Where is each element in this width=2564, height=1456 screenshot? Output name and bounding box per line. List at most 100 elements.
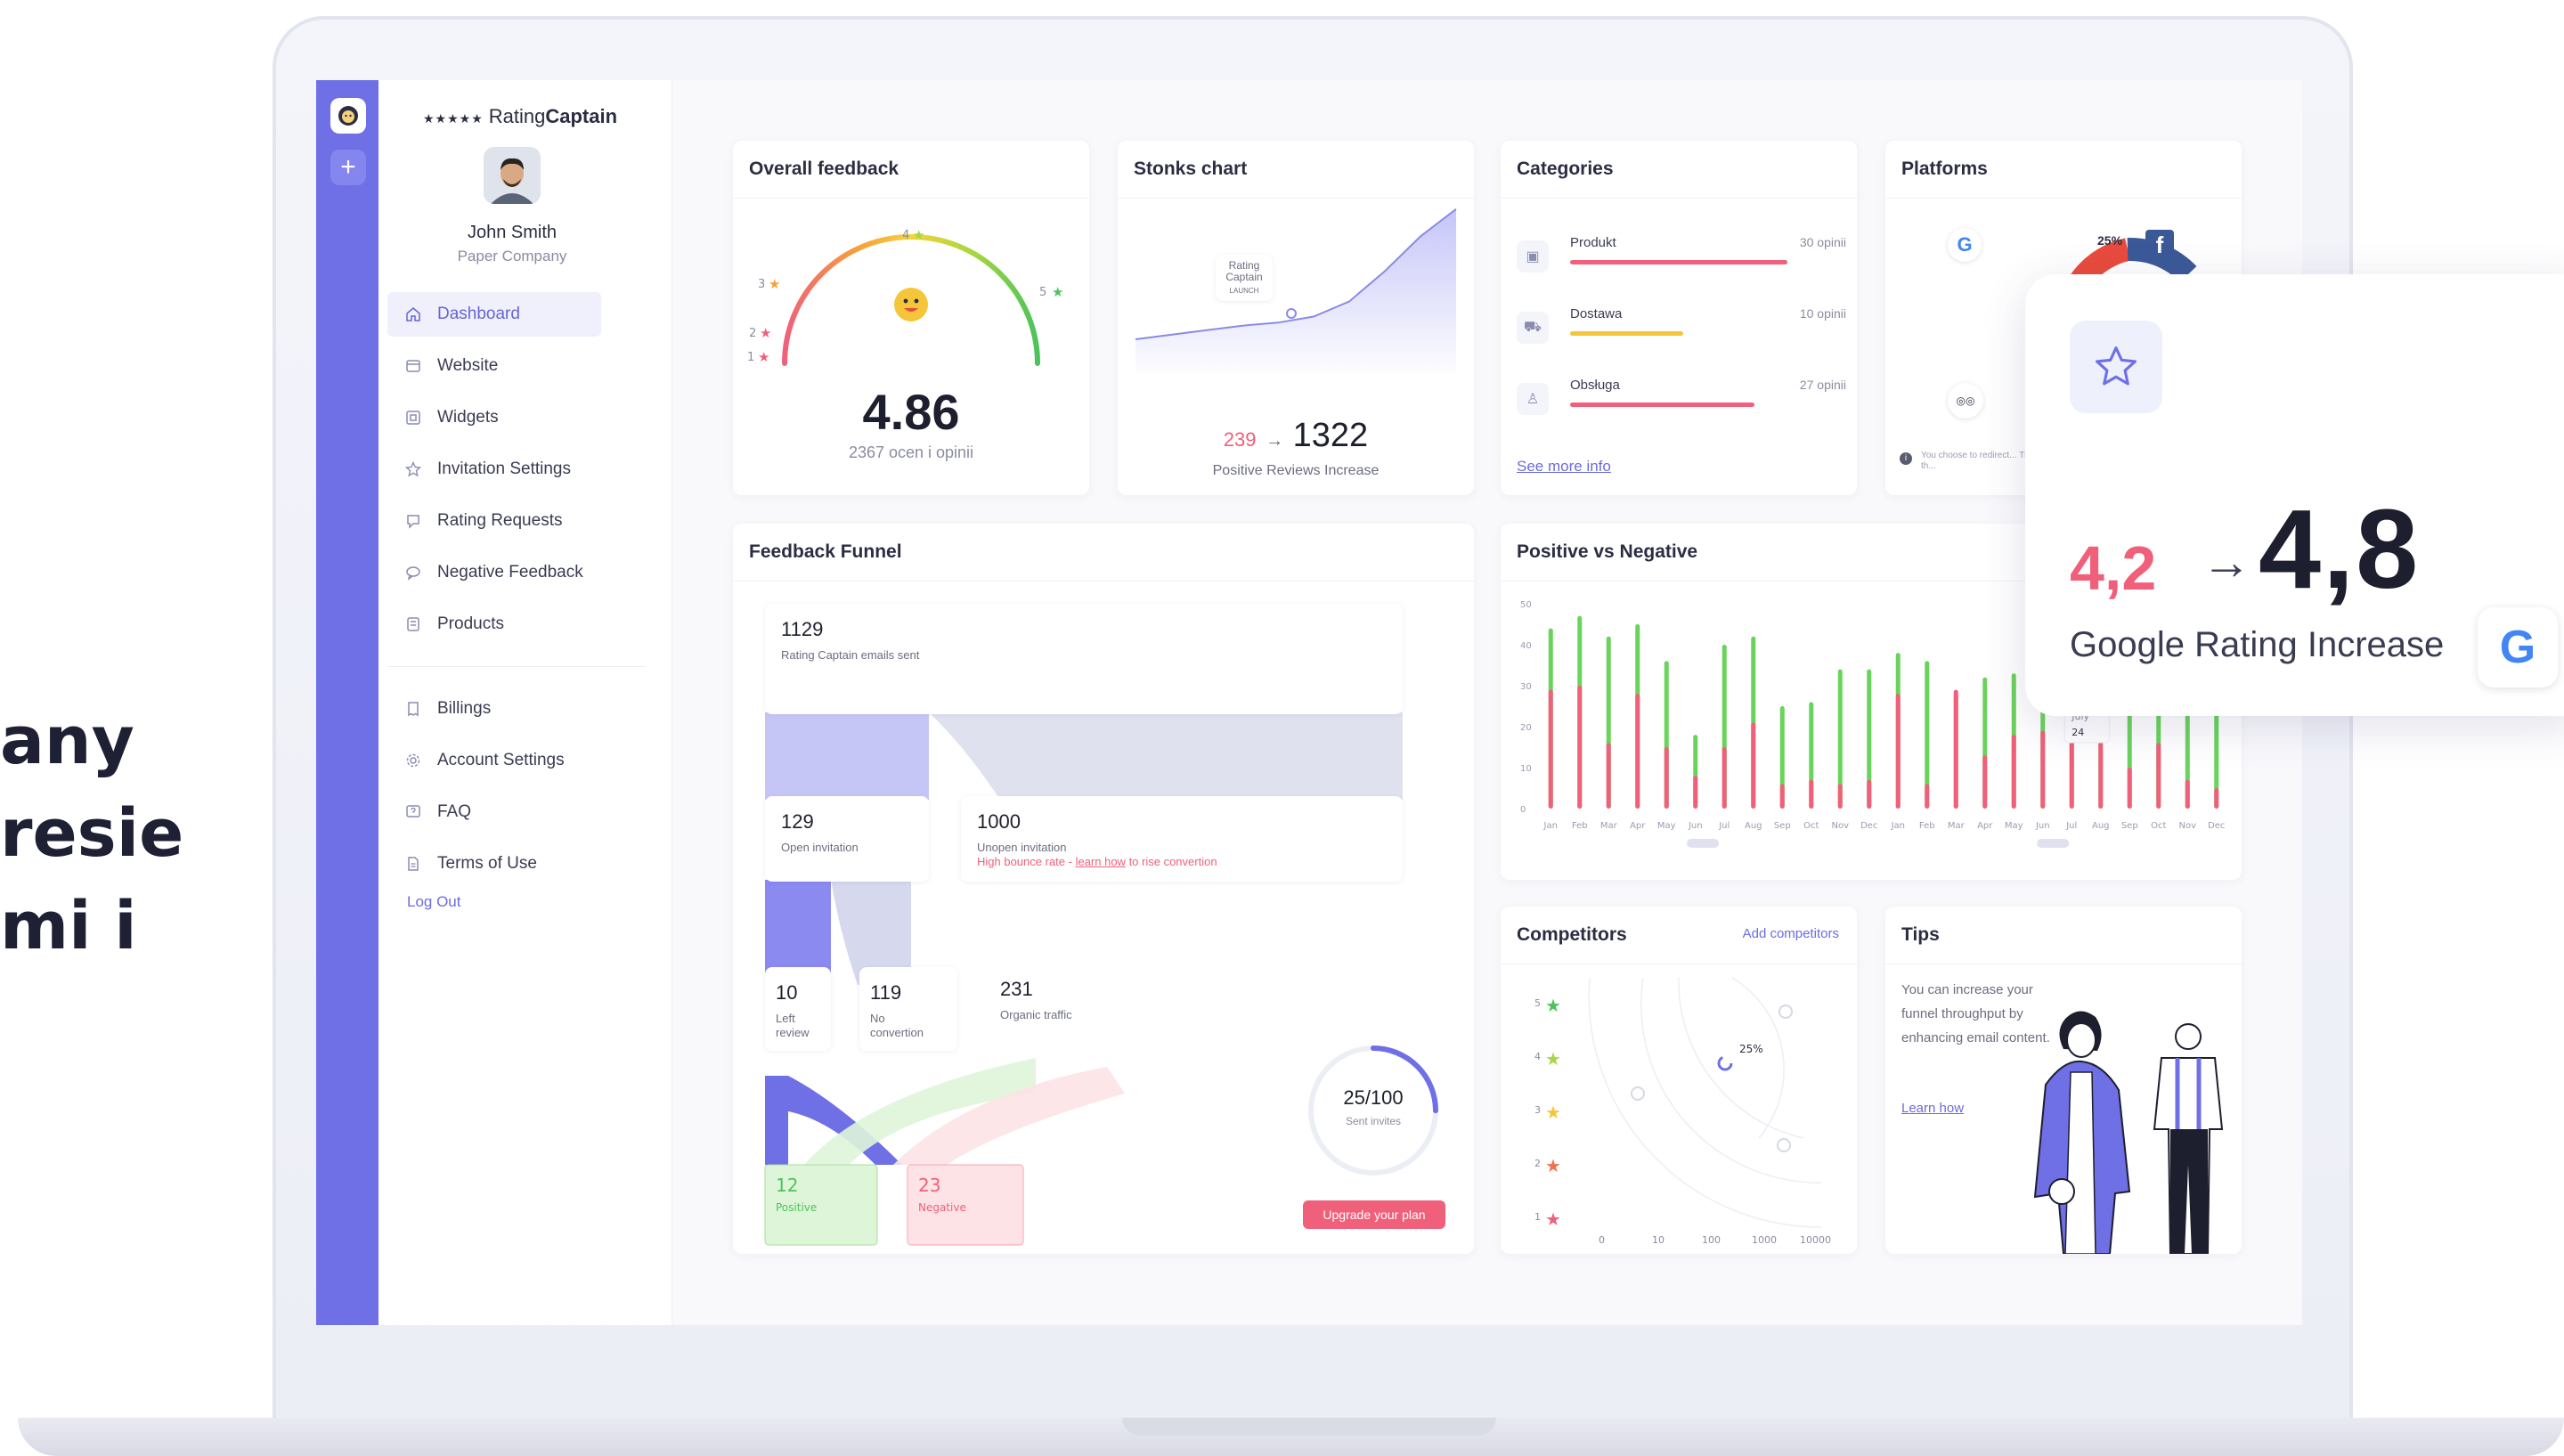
upgrade-plan-button[interactable]: Upgrade your plan [1303, 1200, 1445, 1229]
sidebar-item-terms-of-use[interactable]: Terms of Use [387, 842, 646, 886]
rating-to-value: 4,8 [2259, 486, 2421, 612]
learn-how-link[interactable]: learn how [1076, 855, 1126, 868]
sidebar-item-label: Billings [437, 699, 492, 718]
gauge-scale-label: 2 [749, 327, 756, 340]
negative-bar[interactable] [2156, 743, 2161, 809]
user-avatar[interactable] [484, 147, 541, 204]
truck-icon: ⛟ [1517, 312, 1549, 344]
overall-rating-count: 2367 ocen i opinii [848, 443, 974, 461]
sidebar-item-rating-requests[interactable]: Rating Requests [387, 499, 646, 543]
funnel-unopen-box[interactable]: 1000 Unopen invitation High bounce rate … [961, 796, 1403, 882]
rating-increase-label: Google Rating Increase [2070, 625, 2445, 664]
sidebar-item-label: Widgets [437, 408, 499, 427]
sidebar-item-website[interactable]: Website [387, 344, 646, 388]
negative-bar[interactable] [2011, 735, 2016, 809]
scroll-handle-left[interactable] [1687, 839, 1719, 848]
funnel-open-box[interactable]: 129 Open invitation [765, 796, 929, 882]
sidebar-item-label: Dashboard [437, 305, 520, 323]
see-more-link[interactable]: See more info [1517, 458, 1611, 476]
tips-card: Tips You can increase your funnel throug… [1885, 907, 2242, 1254]
learn-how-link[interactable]: Learn how [1901, 1101, 1964, 1116]
sidebar-item-label: Products [437, 614, 504, 633]
negative-bar[interactable] [2040, 730, 2046, 809]
negative-bar[interactable] [1751, 722, 1756, 809]
laptop-notch [1122, 1418, 1496, 1436]
star-outline-icon [2070, 321, 2162, 413]
competitor-row-label: 4 [1534, 1051, 1541, 1062]
negative-bar[interactable] [2069, 735, 2074, 809]
logout-link[interactable]: Log Out [387, 893, 646, 911]
negative-bar[interactable] [1779, 784, 1785, 809]
category-bar [1570, 260, 1787, 264]
google-logo-icon: G [2478, 607, 2558, 687]
category-count: 10 opinii [1799, 306, 1846, 321]
smiley-icon [894, 288, 928, 321]
negative-bar[interactable] [1837, 784, 1843, 809]
negative-bar[interactable] [1577, 686, 1583, 809]
funnel-sent-box[interactable]: 1129 Rating Captain emails sent [765, 604, 1403, 714]
funnel-left-review-box[interactable]: 10 Left review [765, 967, 831, 1051]
sidebar-item-invitation-settings[interactable]: Invitation Settings [387, 447, 646, 492]
x-tick-label: Dec [2208, 821, 2225, 831]
sent-invites-label: Sent invites [1345, 1115, 1402, 1127]
sidebar-item-negative-feedback[interactable]: Negative Feedback [387, 550, 646, 595]
funnel-no-conversion-box[interactable]: 119 No convertion [859, 967, 957, 1051]
scroll-handle-right[interactable] [2037, 839, 2070, 848]
flow-unopen [929, 712, 1403, 800]
competitor-own-point[interactable] [1717, 1055, 1733, 1071]
category-row[interactable]: ⛟ Dostawa 10 opinii [1517, 301, 1846, 354]
add-competitors-link[interactable]: Add competitors [1743, 926, 1839, 941]
negative-bar[interactable] [1664, 747, 1669, 809]
category-row[interactable]: ▣ Produkt 30 opinii [1517, 230, 1846, 283]
competitor-point[interactable] [1631, 1086, 1645, 1101]
card-title: Categories [1517, 159, 1614, 179]
x-tick-label: Oct [2151, 821, 2166, 831]
stonks-launch-marker [1286, 308, 1297, 319]
negative-bar[interactable] [2098, 735, 2104, 809]
negative-bar[interactable] [1548, 689, 1553, 809]
stonks-area [1135, 208, 1456, 372]
sidebar-item-label: Website [437, 356, 499, 375]
negative-bar[interactable] [1895, 694, 1901, 809]
add-workspace-button[interactable]: + [330, 150, 366, 185]
sidebar-item-faq[interactable]: FAQ [387, 790, 646, 834]
negative-bar[interactable] [1925, 784, 1930, 809]
sidebar-item-products[interactable]: Products [387, 602, 646, 647]
sidebar-item-dashboard[interactable]: Dashboard [387, 292, 601, 337]
x-tick-label: Oct [1803, 821, 1819, 831]
x-tick-label: Nov [1831, 821, 1849, 831]
x-tick-label: Jul [2065, 821, 2077, 831]
funnel-warning: High bounce rate - learn how to rise con… [977, 855, 1217, 868]
negative-bar[interactable] [2127, 768, 2132, 809]
negative-bar[interactable] [1693, 776, 1698, 809]
competitor-point[interactable] [1777, 1138, 1791, 1152]
sidebar-item-widgets[interactable]: Widgets [387, 395, 646, 440]
plus-icon: + [340, 152, 356, 182]
category-row[interactable]: ♙ Obsługa 27 opinii [1517, 372, 1846, 426]
workspace-logo-button[interactable] [330, 98, 366, 134]
competitor-x-tick: 1000 [1752, 1234, 1777, 1246]
sidebar-item-billings[interactable]: Billings [387, 687, 646, 731]
funnel-organic-box[interactable]: 231 Organic traffic [989, 964, 1150, 1042]
negative-bar[interactable] [1606, 743, 1611, 809]
sidebar-item-label: Negative Feedback [437, 563, 583, 582]
competitor-point[interactable] [1779, 1005, 1793, 1019]
star-icon: ★ [913, 228, 924, 243]
negative-bar[interactable] [1953, 689, 1958, 809]
negative-bar[interactable] [1867, 779, 1872, 809]
negative-bar[interactable] [2214, 788, 2219, 809]
brand-logo: ★★★★★ RatingCaptain [423, 105, 617, 128]
sidebar-item-account-settings[interactable]: Account Settings [387, 738, 646, 783]
negative-bar[interactable] [1982, 755, 1988, 809]
negative-label: Negative [918, 1201, 966, 1214]
home-icon [403, 305, 423, 324]
negative-bar[interactable] [1722, 747, 1727, 809]
negative-bar[interactable] [1635, 694, 1640, 809]
star-icon: ★ [1545, 1210, 1561, 1230]
x-tick-label: Mar [1600, 821, 1618, 831]
category-name: Obsługa [1570, 378, 1620, 393]
negative-bar[interactable] [2185, 779, 2190, 809]
negative-bar[interactable] [1809, 779, 1814, 809]
sent-invites-value: 25/100 [1343, 1086, 1404, 1109]
x-tick-label: May [2005, 821, 2023, 831]
